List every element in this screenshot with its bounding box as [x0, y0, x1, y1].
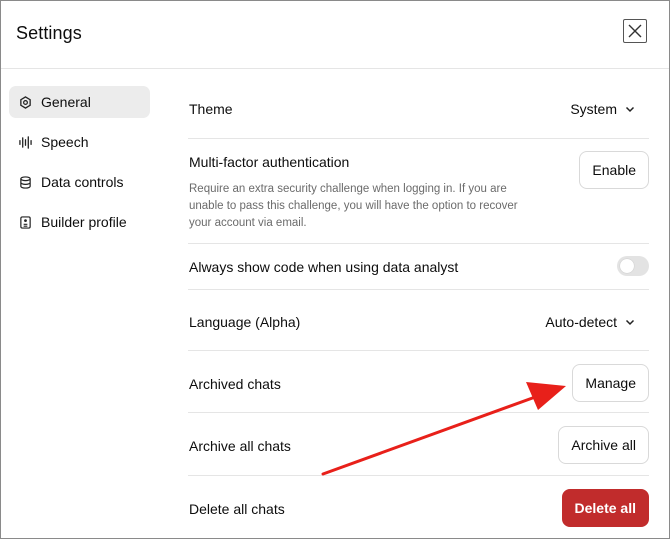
sidebar-item-speech[interactable]: Speech — [9, 126, 150, 158]
chevron-down-icon — [625, 317, 635, 327]
dialog-title: Settings — [16, 23, 82, 43]
mfa-row: Multi-factor authentication Require an e… — [188, 139, 649, 244]
mfa-label: Multi-factor authentication — [189, 154, 350, 170]
waveform-icon — [18, 135, 32, 149]
manage-archived-button[interactable]: Manage — [572, 364, 649, 402]
sidebar-item-label: General — [41, 94, 91, 110]
archive-all-label: Archive all chats — [189, 438, 291, 454]
sidebar-item-builder-profile[interactable]: Builder profile — [9, 206, 150, 238]
database-icon — [18, 175, 32, 189]
sidebar-item-general[interactable]: General — [9, 86, 150, 118]
delete-all-button[interactable]: Delete all — [561, 489, 649, 527]
dialog-header: Settings — [1, 1, 669, 69]
archived-label: Archived chats — [189, 376, 281, 392]
mfa-description: Require an extra security challenge when… — [189, 183, 518, 229]
close-icon — [628, 24, 642, 38]
language-select[interactable]: Auto-detect — [545, 314, 635, 330]
close-button[interactable] — [623, 19, 647, 43]
language-value: Auto-detect — [545, 314, 617, 330]
gear-icon — [18, 95, 32, 109]
archived-row: Archived chats Manage — [188, 351, 649, 413]
sidebar-item-data-controls[interactable]: Data controls — [9, 166, 150, 198]
settings-content: Theme System Multi-factor authentication… — [188, 77, 649, 538]
toggle-knob — [620, 259, 634, 273]
theme-select[interactable]: System — [570, 101, 635, 117]
delete-all-label: Delete all chats — [189, 501, 285, 517]
sidebar: General Speech Data controls Builder pro… — [9, 86, 150, 246]
code-label: Always show code when using data analyst — [189, 259, 459, 275]
theme-label: Theme — [189, 101, 233, 117]
language-row: Language (Alpha) Auto-detect — [188, 290, 649, 351]
chevron-down-icon — [625, 104, 635, 114]
id-badge-icon — [18, 215, 32, 229]
enable-mfa-button[interactable]: Enable — [579, 151, 649, 189]
theme-value: System — [570, 101, 617, 117]
sidebar-item-label: Data controls — [41, 174, 124, 190]
language-label: Language (Alpha) — [189, 314, 301, 330]
archive-all-row: Archive all chats Archive all — [188, 413, 649, 476]
archive-all-button[interactable]: Archive all — [558, 426, 649, 464]
code-row: Always show code when using data analyst — [188, 244, 649, 290]
settings-dialog: Settings General Speech Data controls Bu… — [0, 0, 670, 539]
sidebar-item-label: Builder profile — [41, 214, 127, 230]
theme-row: Theme System — [188, 77, 649, 139]
delete-all-row: Delete all chats Delete all — [188, 476, 649, 538]
show-code-toggle[interactable] — [617, 256, 649, 276]
sidebar-item-label: Speech — [41, 134, 89, 150]
